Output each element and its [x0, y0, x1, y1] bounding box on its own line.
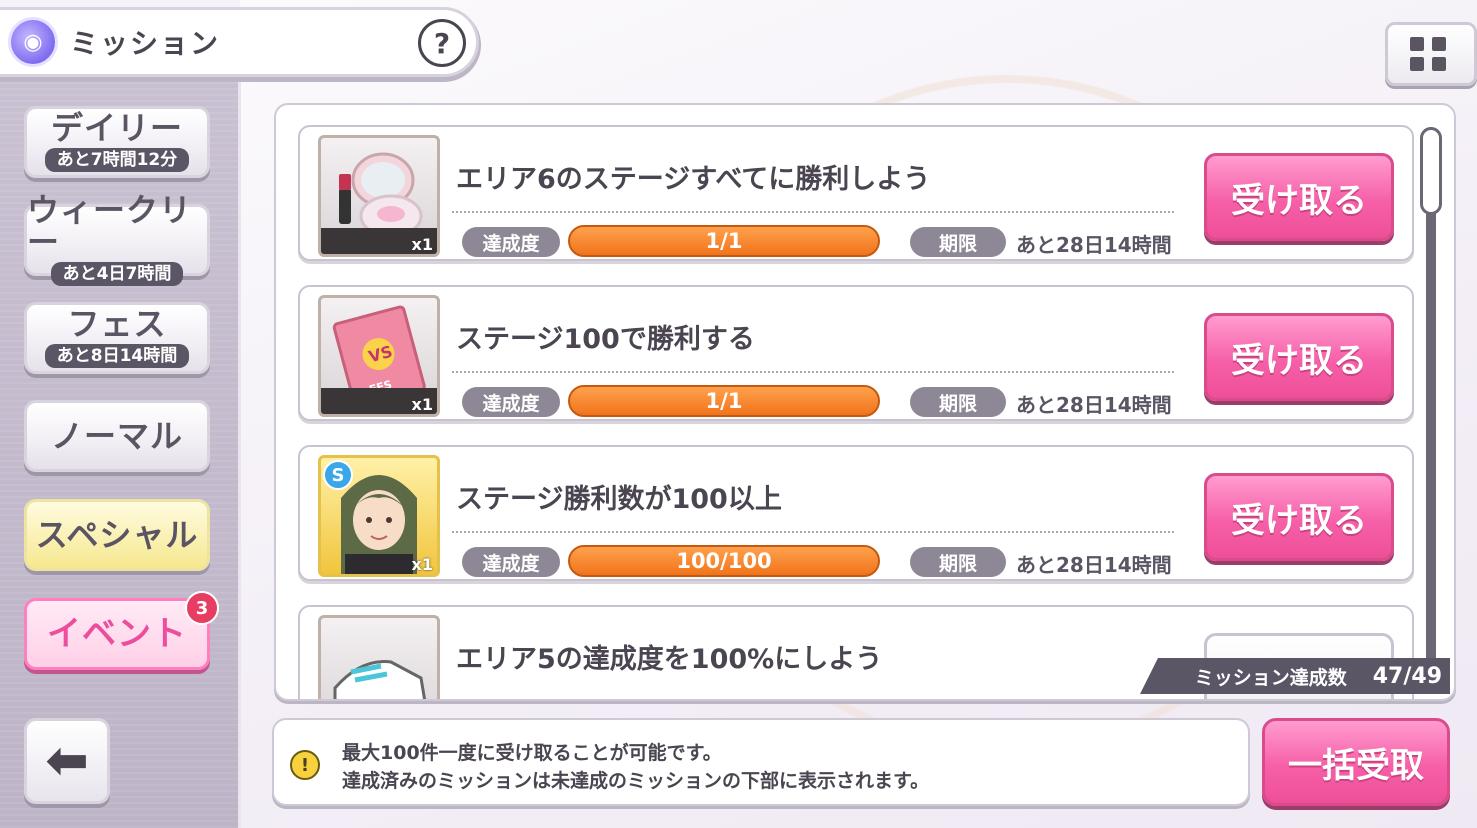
grid-icon [1410, 57, 1424, 71]
reward-thumbnail: x1 [318, 135, 440, 257]
progress-bar: 1/1 [568, 385, 880, 417]
grid-icon [1432, 37, 1446, 51]
notification-badge: 3 [185, 591, 219, 625]
rarity-badge: S [323, 460, 353, 490]
tab-special[interactable]: スペシャル [24, 499, 210, 571]
claim-button[interactable]: 受け取る [1204, 473, 1394, 561]
menu-grid-button[interactable] [1385, 22, 1477, 86]
tab-label: ウィークリー [27, 191, 193, 261]
reward-thumbnail: VS FES x1 [318, 295, 440, 417]
page-title: ミッション [70, 27, 221, 60]
grid-icon [1410, 37, 1424, 51]
deadline-value: あと28日14時間 [1016, 553, 1172, 577]
progress-bar: 1/1 [568, 225, 880, 257]
tab-label: スペシャル [35, 516, 199, 554]
mission-row: x1 S ステージ勝利数が100以上 達成度 100/100 期限 あと28日1… [298, 445, 1414, 581]
title-bar: ◉ ミッション ? [0, 10, 476, 74]
progress-bar: 100/100 [568, 545, 880, 577]
grid-icon [1432, 57, 1446, 71]
reward-thumbnail [318, 615, 440, 699]
bulk-claim-button[interactable]: 一括受取 [1262, 718, 1450, 806]
divider [452, 531, 1174, 533]
progress-label: 達成度 [462, 547, 560, 577]
claim-button[interactable]: 受け取る [1204, 313, 1394, 401]
tab-weekly[interactable]: ウィークリー あと4日7時間 [24, 194, 210, 286]
mission-count: ミッション達成数 47/49 [1140, 658, 1450, 694]
divider [452, 211, 1174, 213]
tab-label: デイリー [50, 109, 183, 147]
info-box: ! 最大100件一度に受け取ることが可能です。 達成済みのミッションは未達成のミ… [272, 718, 1250, 806]
reward-quantity: x1 [411, 235, 433, 254]
mission-count-value: 47/49 [1372, 663, 1442, 689]
tab-timer: あと8日14時間 [44, 344, 190, 368]
tab-daily[interactable]: デイリー あと7時間12分 [24, 106, 210, 178]
tab-event[interactable]: イベント 3 [24, 591, 219, 670]
sneaker-icon [333, 660, 427, 699]
mission-icon: ◉ [8, 17, 58, 67]
mission-title: ステージ100で勝利する [456, 324, 755, 355]
mission-title: エリア5の達成度を100%にしよう [456, 644, 883, 675]
tab-timer: あと7時間12分 [44, 148, 190, 172]
scrollbar-thumb[interactable] [1420, 127, 1442, 215]
tab-normal[interactable]: ノーマル [24, 400, 210, 472]
deadline-value: あと28日14時間 [1016, 393, 1172, 417]
mission-count-label: ミッション達成数 [1194, 666, 1347, 689]
tab-label: イベント [47, 614, 187, 654]
mission-title: ステージ勝利数が100以上 [456, 484, 782, 515]
tab-label: フェス [67, 305, 167, 343]
mission-row: VS FES x1 ステージ100で勝利する 達成度 1/1 期限 あと28日1… [298, 285, 1414, 421]
mission-title: エリア6のステージすべてに勝利しよう [456, 164, 931, 195]
progress-label: 達成度 [462, 227, 560, 257]
tab-label: ノーマル [50, 417, 183, 455]
deadline-value: あと28日14時間 [1016, 233, 1172, 257]
tab-fes[interactable]: フェス あと8日14時間 [24, 302, 210, 374]
deadline-label: 期限 [910, 387, 1006, 417]
info-text: 最大100件一度に受け取ることが可能です。 [342, 742, 722, 764]
arrow-left-icon: ⬅ [45, 731, 89, 791]
tab-timer: あと4日7時間 [50, 262, 184, 286]
info-text: 達成済みのミッションは未達成のミッションの下部に表示されます。 [342, 770, 930, 792]
mission-row: x1 エリア6のステージすべてに勝利しよう 達成度 1/1 期限 あと28日14… [298, 125, 1414, 261]
claim-button[interactable]: 受け取る [1204, 153, 1394, 241]
divider [452, 371, 1174, 373]
progress-label: 達成度 [462, 387, 560, 417]
reward-quantity: x1 [411, 555, 433, 574]
deadline-label: 期限 [910, 547, 1006, 577]
help-button[interactable]: ? [418, 19, 466, 67]
warning-icon: ! [290, 750, 320, 780]
mission-list[interactable]: x1 エリア6のステージすべてに勝利しよう 達成度 1/1 期限 あと28日14… [274, 103, 1456, 701]
reward-quantity: x1 [411, 395, 433, 414]
deadline-label: 期限 [910, 227, 1006, 257]
reward-thumbnail: x1 S [318, 455, 440, 577]
back-button[interactable]: ⬅ [24, 718, 110, 804]
